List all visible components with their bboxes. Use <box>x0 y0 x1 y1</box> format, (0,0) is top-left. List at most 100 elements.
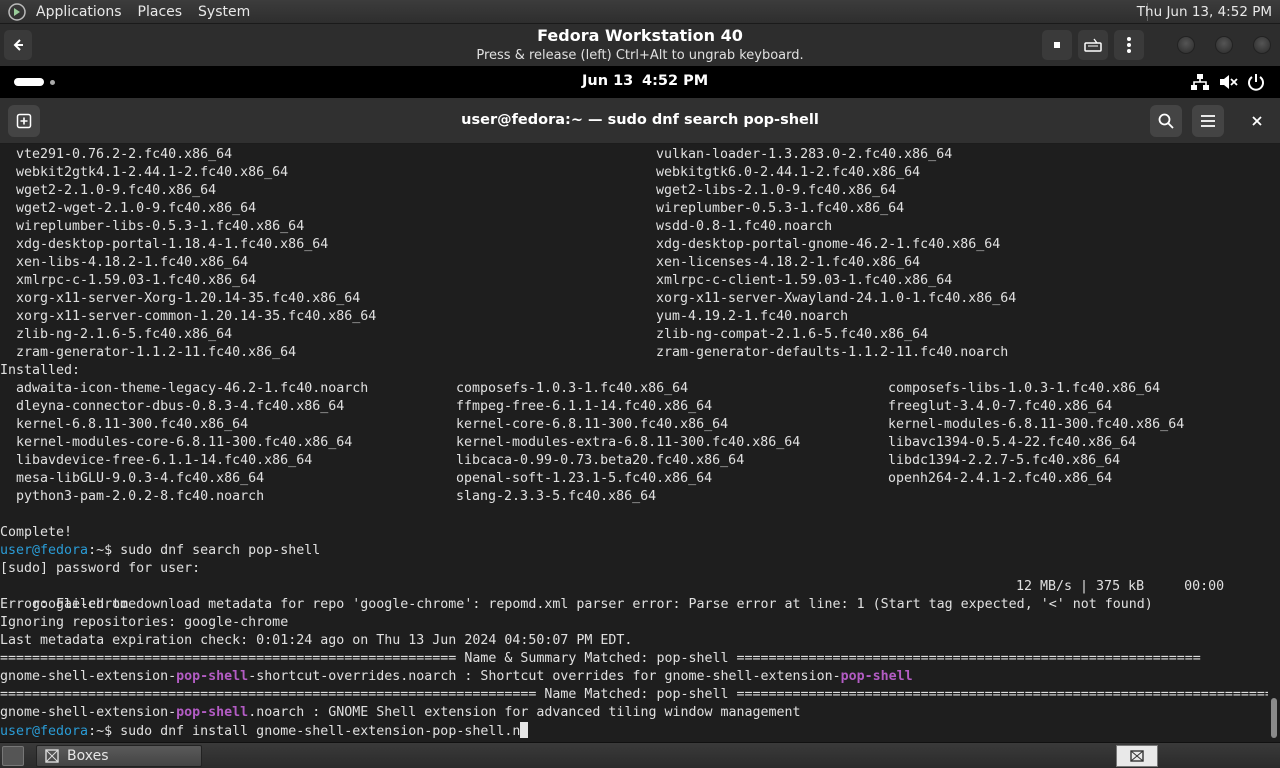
package-cell: xdg-desktop-portal-1.18.4-1.fc40.x86_64 <box>16 237 329 252</box>
terminal-output[interactable]: vte291-0.76.2-2.fc40.x86_64 vulkan-loader… <box>0 145 1268 742</box>
network-icon[interactable] <box>1190 72 1210 92</box>
show-desktop-button[interactable] <box>2 746 24 766</box>
match1-highlight-2: pop-shell <box>840 669 913 684</box>
package-cell: webkit2gtk4.1-2.44.1-2.fc40.x86_64 <box>16 165 289 180</box>
places-menu[interactable]: Places <box>132 4 189 20</box>
prompt-line-1: user@fedora:~$ sudo dnf search pop-shell <box>0 542 320 560</box>
close-window-button[interactable] <box>1253 36 1271 54</box>
stop-button[interactable] <box>1042 30 1072 60</box>
installed-cell: composefs-1.0.3-1.fc40.x86_64 <box>456 381 689 396</box>
installed-cell: composefs-libs-1.0.3-1.fc40.x86_64 <box>888 381 1161 396</box>
boxes-app-icon <box>45 749 59 763</box>
applications-menu[interactable]: Applications <box>30 4 128 20</box>
repo-stats: 12 MB/s | 375 kB 00:00 <box>1016 579 1225 594</box>
gnome-top-bar: Jun 13 4:52 PM <box>0 66 1280 98</box>
installed-cell: libavdevice-free-6.1.1-14.fc40.x86_64 <box>16 453 313 468</box>
package-cell: xorg-x11-server-Xorg-1.20.14-35.fc40.x86… <box>16 291 361 306</box>
metadata-line: Last metadata expiration check: 0:01:24 … <box>0 633 633 648</box>
package-cell: zlib-ng-2.1.6-5.fc40.x86_64 <box>16 327 233 342</box>
power-icon[interactable] <box>1246 72 1266 92</box>
workspace-indicator-dot[interactable] <box>50 80 55 85</box>
hamburger-icon <box>1201 115 1215 127</box>
installed-cell: slang-2.3.3-5.fc40.x86_64 <box>456 489 657 504</box>
minimize-button[interactable] <box>1177 36 1195 54</box>
installed-cell: openal-soft-1.23.1-5.fc40.x86_64 <box>456 471 713 486</box>
guest-time[interactable]: 4:52 PM <box>642 73 708 89</box>
match2-suffix: .noarch : GNOME Shell extension for adva… <box>248 705 801 720</box>
menu-button[interactable] <box>1114 30 1144 60</box>
package-cell: xmlrpc-c-client-1.59.03-1.fc40.x86_64 <box>656 273 953 288</box>
package-cell: vulkan-loader-1.3.283.0-2.fc40.x86_64 <box>656 147 953 162</box>
command-search: sudo dnf search pop-shell <box>120 543 321 558</box>
close-terminal-button[interactable] <box>1241 105 1273 137</box>
package-cell: xorg-x11-server-common-1.20.14-35.fc40.x… <box>16 309 377 324</box>
terminal-scrollbar[interactable] <box>1268 145 1280 742</box>
package-cell: vte291-0.76.2-2.fc40.x86_64 <box>16 147 233 162</box>
repo-line: google-chrome 12 MB/s | 375 kB 00:00 <box>0 578 1268 612</box>
match1-prefix: gnome-shell-extension- <box>0 669 177 684</box>
installed-cell: openh264-2.4.1-2.fc40.x86_64 <box>888 471 1113 486</box>
taskbar-item-label: Boxes <box>67 748 109 764</box>
system-menu[interactable]: System <box>192 4 256 20</box>
text-cursor <box>520 722 529 738</box>
prompt-suffix-2: :~$ <box>88 724 121 739</box>
prompt-line-2[interactable]: user@fedora:~$ sudo dnf install gnome-sh… <box>0 722 529 740</box>
package-cell: wsdd-0.8-1.fc40.noarch <box>656 219 833 234</box>
hamburger-menu-button[interactable] <box>1192 105 1224 137</box>
workspace-indicator-active[interactable] <box>14 78 44 86</box>
mate-logo-icon[interactable] <box>8 2 26 21</box>
package-cell: wireplumber-libs-0.5.3-1.fc40.x86_64 <box>16 219 305 234</box>
installed-heading: Installed: <box>0 363 81 378</box>
separator-summary: ========================================… <box>0 651 1201 666</box>
ignoring-line: Ignoring repositories: google-chrome <box>0 615 289 630</box>
package-cell: wget2-2.1.0-9.fc40.x86_64 <box>16 183 217 198</box>
search-button[interactable] <box>1150 105 1182 137</box>
scrollbar-thumb[interactable] <box>1271 698 1277 738</box>
host-taskbar: Boxes <box>0 742 1280 768</box>
command-install: sudo dnf install gnome-shell-extension-p… <box>120 724 521 739</box>
error-line: Error: Failed to download metadata for r… <box>0 597 1153 612</box>
package-cell: xen-libs-4.18.2-1.fc40.x86_64 <box>16 255 249 270</box>
package-cell: xmlrpc-c-1.59.03-1.fc40.x86_64 <box>16 273 257 288</box>
package-cell: wireplumber-0.5.3-1.fc40.x86_64 <box>656 201 905 216</box>
package-cell: zram-generator-defaults-1.1.2-11.fc40.no… <box>656 345 1009 360</box>
workspace-icon <box>1130 750 1144 762</box>
installed-cell: freeglut-3.4.0-7.fc40.x86_64 <box>888 399 1113 414</box>
installed-cell: kernel-modules-extra-6.8.11-300.fc40.x86… <box>456 435 801 450</box>
sudo-prompt-line: [sudo] password for user: <box>0 561 201 576</box>
package-cell: xen-licenses-4.18.2-1.fc40.x86_64 <box>656 255 921 270</box>
installed-cell: kernel-core-6.8.11-300.fc40.x86_64 <box>456 417 729 432</box>
package-cell: zlib-ng-compat-2.1.6-5.fc40.x86_64 <box>656 327 929 342</box>
boxes-header-bar: Fedora Workstation 40 Press & release (l… <box>0 24 1280 66</box>
host-top-panel: Applications Places System Thu Jun 13, 4… <box>0 0 1280 24</box>
taskbar-item-boxes[interactable]: Boxes <box>36 745 202 767</box>
package-cell: xdg-desktop-portal-gnome-46.2-1.fc40.x86… <box>656 237 1001 252</box>
installed-cell: ffmpeg-free-6.1.1-14.fc40.x86_64 <box>456 399 713 414</box>
stop-icon <box>1054 42 1060 48</box>
host-clock[interactable]: Thu Jun 13, 4:52 PM <box>1137 4 1272 20</box>
kebab-menu-icon <box>1127 37 1131 53</box>
installed-cell: mesa-libGLU-9.0.3-4.fc40.x86_64 <box>16 471 265 486</box>
package-cell: webkitgtk6.0-2.44.1-2.fc40.x86_64 <box>656 165 921 180</box>
installed-cell: libcaca-0.99-0.73.beta20.fc40.x86_64 <box>456 453 745 468</box>
installed-cell: dleyna-connector-dbus-0.8.3-4.fc40.x86_6… <box>16 399 345 414</box>
separator-name: ========================================… <box>0 687 1268 702</box>
keyboard-button[interactable] <box>1078 30 1108 60</box>
maximize-button[interactable] <box>1215 36 1233 54</box>
prompt-user-host: user@fedora <box>0 543 89 558</box>
prompt-user-host-2: user@fedora <box>0 724 89 739</box>
package-cell: yum-4.19.2-1.fc40.noarch <box>656 309 849 324</box>
match1-middle: -shortcut-overrides.noarch : Shortcut ov… <box>248 669 841 684</box>
complete-line: Complete! <box>0 525 73 540</box>
terminal-title: user@fedora:~ — sudo dnf search pop-shel… <box>461 112 819 128</box>
volume-muted-icon[interactable] <box>1218 72 1238 92</box>
package-cell: wget2-libs-2.1.0-9.fc40.x86_64 <box>656 183 897 198</box>
match1-highlight: pop-shell <box>176 669 249 684</box>
keyboard-icon <box>1084 38 1102 52</box>
installed-cell: kernel-modules-core-6.8.11-300.fc40.x86_… <box>16 435 353 450</box>
package-cell: zram-generator-1.1.2-11.fc40.x86_64 <box>16 345 297 360</box>
workspace-switcher[interactable] <box>1116 745 1158 767</box>
match2-prefix: gnome-shell-extension- <box>0 705 177 720</box>
installed-cell: python3-pam-2.0.2-8.fc40.noarch <box>16 489 265 504</box>
guest-date[interactable]: Jun 13 <box>582 73 633 89</box>
